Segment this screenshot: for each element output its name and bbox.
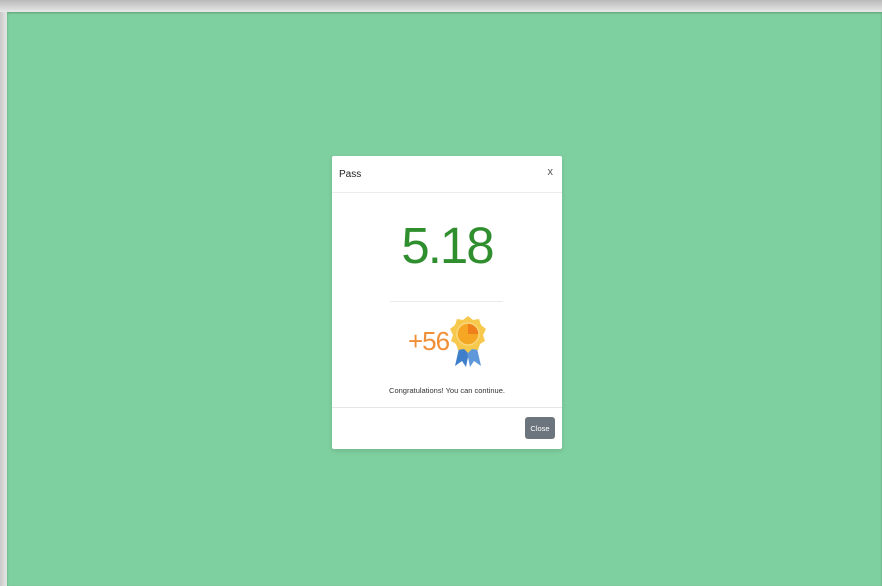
result-modal: Pass x 5.18 +56 Congratulations! You can… [332, 156, 562, 449]
award-medal-icon [450, 316, 486, 367]
divider [390, 301, 503, 302]
close-button[interactable]: Close [525, 417, 555, 439]
close-icon[interactable]: x [548, 167, 554, 178]
reward-value: +56 [408, 326, 450, 356]
modal-header: Pass x [332, 156, 562, 193]
window-top-bar [0, 0, 882, 12]
modal-title: Pass [339, 169, 362, 180]
reward-row: +56 [332, 314, 562, 372]
window-left-edge [0, 12, 7, 586]
congratulations-message: Congratulations! You can continue. [389, 386, 505, 395]
score-value: 5.18 [401, 217, 494, 274]
footer-divider [332, 407, 562, 408]
